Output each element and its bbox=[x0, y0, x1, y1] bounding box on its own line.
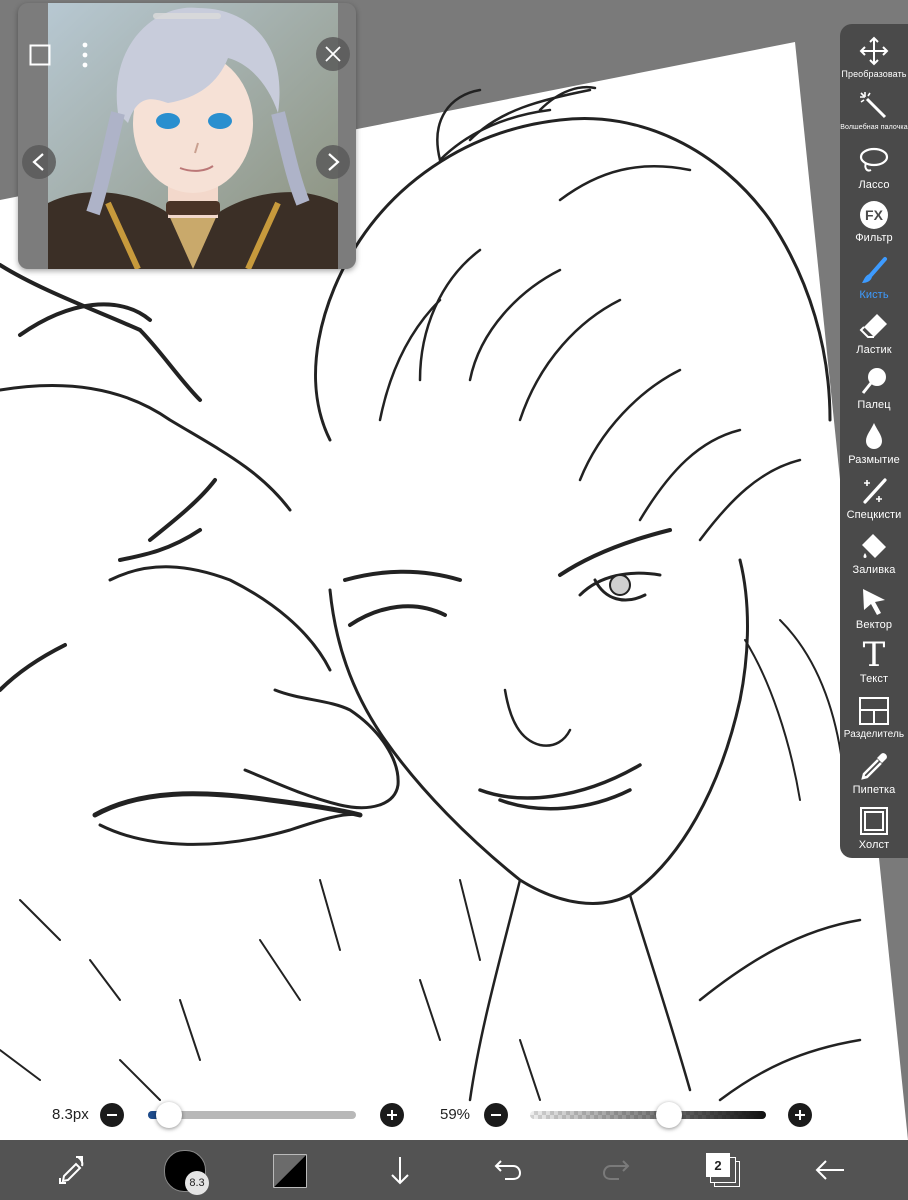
tool-magic-wand[interactable]: Волшебная палочка bbox=[840, 87, 908, 141]
save-down-button[interactable] bbox=[382, 1152, 418, 1188]
eraser-icon bbox=[859, 314, 887, 338]
tool-label: Волшебная палочка bbox=[840, 124, 908, 131]
redo-button[interactable] bbox=[598, 1152, 634, 1188]
opacity-decrease-button[interactable] bbox=[484, 1103, 508, 1127]
back-button[interactable] bbox=[812, 1152, 848, 1188]
tool-label: Размытие bbox=[848, 454, 900, 466]
tool-label: Заливка bbox=[852, 564, 896, 576]
fx-icon: FX bbox=[860, 201, 888, 229]
reference-window[interactable] bbox=[18, 3, 356, 269]
more-vertical-icon bbox=[82, 42, 88, 68]
reference-fit-button[interactable] bbox=[26, 41, 54, 69]
plus-icon bbox=[795, 1110, 805, 1120]
opacity-slider[interactable] bbox=[530, 1111, 766, 1119]
tool-fill[interactable]: Заливка bbox=[840, 527, 908, 581]
plus-icon bbox=[387, 1110, 397, 1120]
brush-size-slider-knob[interactable] bbox=[155, 1102, 182, 1128]
chevron-right-icon bbox=[328, 153, 340, 171]
tool-text[interactable]: T Текст bbox=[840, 637, 908, 691]
tool-filter[interactable]: FX Фильтр bbox=[840, 197, 908, 251]
tool-transform[interactable]: Преобразовать bbox=[840, 32, 908, 86]
tool-palette: Преобразовать Волшебная палочка Лассо FX… bbox=[840, 24, 908, 858]
move-arrows-icon bbox=[859, 36, 889, 66]
tool-label: Текст bbox=[859, 673, 889, 685]
tool-brush[interactable]: Кисть bbox=[840, 252, 908, 306]
square-icon bbox=[29, 44, 51, 66]
brush-preview-circle: 8.3 bbox=[164, 1150, 209, 1195]
reference-close-button[interactable] bbox=[316, 37, 350, 71]
reference-menu-button[interactable] bbox=[73, 39, 97, 71]
iris-right bbox=[609, 574, 631, 596]
tool-label: Ластик bbox=[856, 344, 892, 356]
arrow-down-icon bbox=[391, 1157, 409, 1185]
vector-cursor-icon bbox=[863, 589, 885, 615]
tool-special-brush[interactable]: Спецкисти bbox=[840, 472, 908, 526]
tool-canvas[interactable]: Холст bbox=[840, 802, 908, 856]
layer-count: 2 bbox=[706, 1153, 730, 1177]
arrow-left-icon bbox=[815, 1160, 844, 1180]
close-icon bbox=[325, 46, 341, 62]
frame-divider-icon bbox=[859, 697, 889, 725]
opacity-value: 59% bbox=[440, 1106, 471, 1123]
tool-label: Спецкисти bbox=[846, 509, 902, 521]
brush-size-increase-button[interactable] bbox=[380, 1103, 404, 1127]
brush-size-value: 8.3px bbox=[52, 1106, 89, 1123]
minus-icon bbox=[107, 1114, 117, 1116]
tool-blur[interactable]: Размытие bbox=[840, 417, 908, 471]
minus-icon bbox=[491, 1114, 501, 1116]
text-icon: T bbox=[862, 635, 886, 675]
tool-label: Холст bbox=[858, 839, 890, 851]
brush-size-badge: 8.3 bbox=[185, 1171, 209, 1195]
undo-button[interactable] bbox=[490, 1152, 526, 1188]
tool-vector[interactable]: Вектор bbox=[840, 582, 908, 636]
tool-label: Разделитель bbox=[843, 729, 905, 740]
eyedropper-icon bbox=[861, 753, 887, 780]
reference-prev-button[interactable] bbox=[22, 145, 56, 179]
tool-label: Вектор bbox=[855, 619, 893, 631]
tool-label: Фильтр bbox=[855, 232, 893, 244]
canvas-icon bbox=[860, 807, 888, 835]
brush-preview-button[interactable]: 8.3 bbox=[164, 1150, 209, 1195]
tool-frame-divider[interactable]: Разделитель bbox=[840, 692, 908, 746]
blur-drop-icon bbox=[866, 423, 882, 449]
chevron-left-icon bbox=[32, 153, 44, 171]
opacity-increase-button[interactable] bbox=[788, 1103, 812, 1127]
brush-eraser-toggle-button[interactable] bbox=[52, 1152, 92, 1188]
reference-next-button[interactable] bbox=[316, 145, 350, 179]
color-swatch-icon bbox=[273, 1154, 307, 1188]
tool-label: Палец bbox=[857, 399, 891, 411]
brush-icon bbox=[862, 257, 887, 283]
bottom-toolbar: 8.3 2 bbox=[0, 1140, 908, 1200]
layers-icon: 2 bbox=[706, 1153, 740, 1187]
brush-size-decrease-button[interactable] bbox=[100, 1103, 124, 1127]
special-brush-icon bbox=[863, 478, 887, 504]
tool-lasso[interactable]: Лассо bbox=[840, 142, 908, 196]
magic-wand-icon bbox=[860, 92, 887, 119]
color-swatch-button[interactable] bbox=[272, 1153, 308, 1189]
tool-label: Лассо bbox=[858, 179, 890, 191]
tool-eraser[interactable]: Ластик bbox=[840, 307, 908, 361]
tool-label: Кисть bbox=[859, 289, 889, 301]
tool-label: Пипетка bbox=[852, 784, 896, 796]
finger-smudge-icon bbox=[861, 368, 886, 394]
pencil-eraser-swap-icon bbox=[59, 1156, 84, 1184]
undo-icon bbox=[494, 1160, 522, 1180]
redo-icon bbox=[602, 1160, 630, 1180]
tool-label: Преобразовать bbox=[841, 69, 907, 79]
layers-button[interactable]: 2 bbox=[704, 1150, 742, 1190]
fill-bucket-icon bbox=[862, 534, 886, 558]
reference-drag-handle[interactable] bbox=[153, 13, 221, 19]
tool-eyedropper[interactable]: Пипетка bbox=[840, 747, 908, 801]
lasso-icon bbox=[859, 147, 889, 172]
tool-smudge[interactable]: Палец bbox=[840, 362, 908, 416]
